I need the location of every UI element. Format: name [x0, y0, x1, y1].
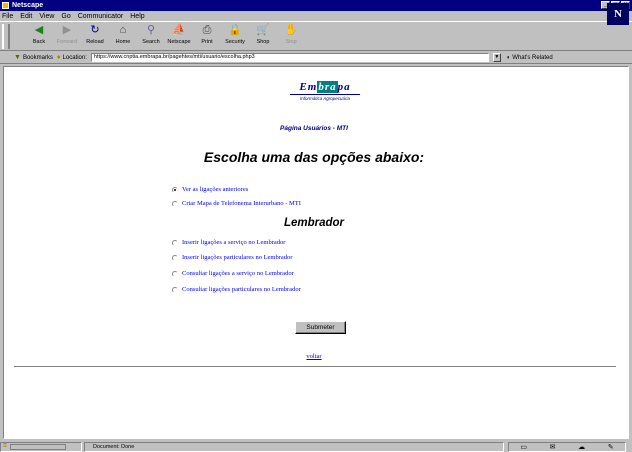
- toolbar-stop-button[interactable]: ✋ Stop: [278, 22, 304, 50]
- submit-button[interactable]: Submeter: [295, 321, 346, 334]
- toolbar-button-label: Shop: [256, 39, 270, 45]
- component-bar: ▭ ✉ ☁ ✎: [508, 441, 626, 452]
- toolbar-print-button[interactable]: ⎙ Print: [194, 22, 220, 50]
- logo-text-left: Em: [299, 81, 318, 93]
- option-label[interactable]: Ver as ligações anteriores: [182, 186, 248, 193]
- security-indicator[interactable]: ⚿: [0, 441, 82, 452]
- menu-file[interactable]: File: [2, 13, 13, 20]
- embrapa-logo-text: Embrapa: [286, 81, 364, 93]
- status-text: Document: Done: [84, 441, 504, 452]
- option-inserir-particulares[interactable]: Inserir ligações particulares no Lembrad…: [172, 254, 292, 261]
- bookmarks-button[interactable]: ▼ Bookmarks: [14, 54, 53, 61]
- stop-icon: ✋: [284, 24, 298, 36]
- toolbar-back-button[interactable]: ◀ Back: [26, 22, 52, 50]
- radio-criar-mapa[interactable]: [172, 200, 178, 207]
- url-input[interactable]: https://www.cnptia.embrapa.br/pagehtes/m…: [90, 53, 489, 62]
- section-heading-lembrador: Lembrador: [283, 217, 345, 229]
- url-dropdown-button[interactable]: ▼: [492, 53, 501, 62]
- toolbar-grip[interactable]: [2, 24, 10, 49]
- shop-icon: 🛒: [256, 24, 270, 36]
- progress-area: [10, 443, 67, 450]
- toolbar-reload-button[interactable]: ↻ Reload: [82, 22, 108, 50]
- bookmarks-label: Bookmarks: [22, 54, 53, 61]
- logo-divider: [290, 94, 360, 95]
- location-label-group: ♦ Location:: [57, 54, 87, 61]
- toolbar-button-label: Netscape: [167, 39, 191, 45]
- netscape-icon: ⛵: [172, 24, 186, 36]
- toolbar-shop-button[interactable]: 🛒 Shop: [250, 22, 276, 50]
- location-label: Location:: [62, 54, 87, 61]
- option-criar-mapa[interactable]: Criar Mapa de Telefonema Interurbano - M…: [172, 200, 301, 207]
- logo-text-right: pa: [337, 81, 351, 93]
- security-key-icon: ⚿: [3, 443, 8, 449]
- option-consultar-particulares[interactable]: Consultar ligações particulares no Lembr…: [172, 286, 301, 293]
- toolbar-netscape-button[interactable]: ⛵ Netscape: [166, 22, 192, 50]
- print-icon: ⎙: [202, 24, 212, 36]
- bookmarks-icon: ▼: [14, 54, 21, 61]
- horizontal-rule: [14, 366, 616, 368]
- home-icon: ⌂: [119, 24, 127, 36]
- option-label[interactable]: Consultar ligações a serviço no Lembrado…: [182, 270, 294, 277]
- option-ver-ligacoes[interactable]: Ver as ligações anteriores: [172, 186, 248, 193]
- toolbar-forward-button[interactable]: ▶ Forward: [54, 22, 80, 50]
- option-label[interactable]: Inserir ligações particulares no Lembrad…: [182, 254, 292, 261]
- composer-icon[interactable]: ✎: [608, 443, 614, 451]
- option-consultar-servico[interactable]: Consultar ligações a serviço no Lembrado…: [172, 270, 294, 277]
- search-icon: ⚲: [146, 24, 156, 36]
- whats-related-label: What's Related: [512, 54, 553, 61]
- back-link-container: voltar: [4, 353, 624, 360]
- reload-icon: ↻: [90, 24, 100, 36]
- page-content: Embrapa Informática Agropecuária Página …: [3, 66, 629, 439]
- menu-bar: File Edit View Go Communicator Help: [0, 11, 632, 21]
- window-title: Netscape: [12, 2, 44, 9]
- title-bar: Netscape _ □ ×: [0, 0, 632, 11]
- radio-consultar-servico[interactable]: [172, 270, 178, 277]
- mail-icon[interactable]: ✉: [550, 443, 556, 451]
- toolbar-button-label: Forward: [56, 39, 78, 45]
- toolbar-search-button[interactable]: ⚲ Search: [138, 22, 164, 50]
- radio-inserir-particulares[interactable]: [172, 254, 178, 261]
- logo-subtitle: Informática Agropecuária: [299, 96, 351, 101]
- menu-view[interactable]: View: [39, 13, 54, 20]
- netscape-logo-icon[interactable]: N: [607, 3, 629, 25]
- whats-related-icon: ◐: [506, 54, 511, 61]
- embrapa-logo: Embrapa Informática Agropecuária: [286, 81, 364, 111]
- back-arrow-icon: ◀: [34, 24, 44, 36]
- toolbar-button-label: Security: [225, 39, 245, 45]
- page-title: Escolha uma das opções abaixo:: [203, 149, 425, 165]
- option-label[interactable]: Inserir ligações a serviço no Lembrador: [182, 239, 285, 246]
- navigation-toolbar: ◀ Back ▶ Forward ↻ Reload ⌂ Home ⚲ Search ⛵ Netscap…: [0, 21, 632, 51]
- option-inserir-servico[interactable]: Inserir ligações a serviço no Lembrador: [172, 239, 285, 246]
- whats-related-button[interactable]: ◐ What's Related: [507, 55, 553, 61]
- location-bar: ▼ Bookmarks ♦ Location: https://www.cnpt…: [0, 52, 632, 64]
- toolbar-button-label: Search: [142, 39, 160, 45]
- lock-icon: 🔒: [228, 24, 242, 36]
- menu-help[interactable]: Help: [130, 13, 144, 20]
- status-bar: ⚿ Document: Done ▭ ✉ ☁ ✎: [0, 441, 632, 452]
- back-link[interactable]: voltar: [306, 353, 321, 360]
- netscape-app-icon: [2, 2, 9, 9]
- navigator-icon[interactable]: ▭: [520, 443, 527, 451]
- toolbar-button-label: Reload: [86, 39, 104, 45]
- option-label[interactable]: Criar Mapa de Telefonema Interurbano - M…: [182, 200, 301, 207]
- radio-consultar-particulares[interactable]: [172, 286, 178, 293]
- browser-window: Netscape _ □ × File Edit View Go Communi…: [0, 0, 632, 452]
- toolbar-button-label: Print: [201, 39, 213, 45]
- page-proxy-icon[interactable]: ♦: [57, 54, 61, 61]
- forward-arrow-icon: ▶: [62, 24, 72, 36]
- discussion-icon[interactable]: ☁: [578, 443, 585, 451]
- toolbar-security-button[interactable]: 🔒 Security: [222, 22, 248, 50]
- menu-edit[interactable]: Edit: [20, 13, 32, 20]
- page-subtitle: Página Usuários - MTI: [280, 125, 348, 132]
- toolbar-home-button[interactable]: ⌂ Home: [110, 22, 136, 50]
- option-label[interactable]: Consultar ligações particulares no Lembr…: [182, 286, 301, 293]
- radio-ver-ligacoes[interactable]: [172, 186, 178, 193]
- logo-text-mid: bra: [317, 81, 338, 93]
- menu-communicator[interactable]: Communicator: [78, 13, 124, 20]
- radio-inserir-servico[interactable]: [172, 239, 178, 246]
- toolbar-button-label: Back: [32, 39, 46, 45]
- toolbar-button-label: Stop: [285, 39, 297, 45]
- toolbar-button-label: Home: [115, 39, 131, 45]
- menu-go[interactable]: Go: [61, 13, 70, 20]
